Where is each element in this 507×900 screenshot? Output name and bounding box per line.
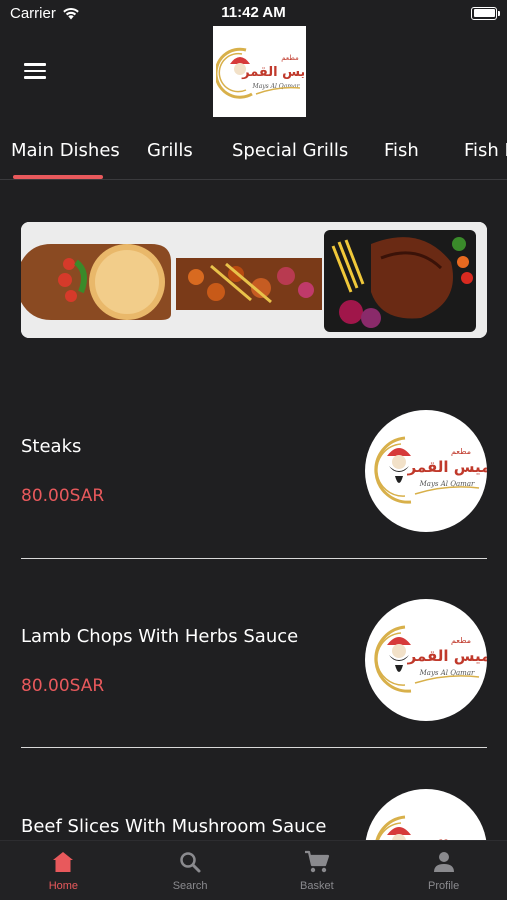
profile-icon <box>433 852 454 872</box>
nav-home-label: Home <box>48 880 79 892</box>
app-header: ميس القمر مطعم Mays Al Qamar <box>0 26 507 118</box>
status-bar: Carrier 11:42 AM <box>0 0 507 26</box>
search-icon <box>180 852 201 873</box>
nav-profile-label: Profile <box>428 880 460 892</box>
logo-arabic-text: ميس القمر <box>241 65 304 80</box>
logo-mark: ميس القمر مطعم Mays Al Qamar <box>215 47 304 99</box>
item-divider <box>21 558 487 559</box>
nav-home[interactable]: Home <box>0 841 127 900</box>
restaurant-logo: ميس القمر مطعم Mays Al Qamar <box>213 26 306 117</box>
logo-arabic-text: ميس القمر <box>407 458 487 476</box>
logo-small-text: مطعم <box>281 54 299 62</box>
bottom-nav: Home Search Basket Profile <box>0 840 507 900</box>
item-name: Beef Slices With Mushroom Sauce <box>21 816 327 837</box>
item-image: ميس القمر مطعم Mays Al Qamar <box>365 599 487 721</box>
logo-mark: ميس القمر <box>375 815 487 840</box>
menu-item[interactable]: Steaks 80.00SAR ميس القمر مطعم Mays Al Q… <box>0 400 507 590</box>
tab-special-grills[interactable]: Special Grills <box>232 140 348 161</box>
nav-search[interactable]: Search <box>127 841 254 900</box>
nav-basket-label: Basket <box>300 880 334 892</box>
menu-button[interactable] <box>24 63 46 79</box>
item-price: 80.00SAR <box>21 486 105 506</box>
item-price: 80.00SAR <box>21 676 105 696</box>
logo-small-text: مطعم <box>451 636 471 645</box>
battery-icon <box>471 6 500 20</box>
menu-item[interactable]: Lamb Chops With Herbs Sauce 80.00SAR ميس… <box>0 590 507 780</box>
home-icon <box>53 852 74 872</box>
logo-arabic-text: ميس القمر <box>407 647 487 665</box>
nav-profile[interactable]: Profile <box>380 841 507 900</box>
cart-icon <box>304 850 329 873</box>
item-name: Lamb Chops With Herbs Sauce <box>21 626 299 647</box>
status-time: 11:42 AM <box>221 4 286 21</box>
active-tab-indicator <box>13 175 103 179</box>
logo-mark: ميس القمر مطعم Mays Al Qamar <box>374 436 487 504</box>
item-image: ميس القمر مطعم Mays Al Qamar <box>365 410 487 532</box>
category-tabs: Main Dishes Grills Special Grills Fish F… <box>0 130 507 180</box>
logo-small-text: مطعم <box>451 447 471 456</box>
tab-fish[interactable]: Fish <box>384 140 419 161</box>
promo-banner[interactable] <box>21 222 487 338</box>
item-image: ميس القمر <box>365 789 487 840</box>
tab-grills[interactable]: Grills <box>147 140 193 161</box>
tab-main-dishes[interactable]: Main Dishes <box>11 140 120 161</box>
logo-mark: ميس القمر مطعم Mays Al Qamar <box>374 625 487 693</box>
nav-basket[interactable]: Basket <box>254 841 381 900</box>
banner-food-image <box>21 222 487 338</box>
nav-search-label: Search <box>172 880 208 892</box>
item-divider <box>21 747 487 748</box>
item-name: Steaks <box>21 436 82 457</box>
menu-item[interactable]: Beef Slices With Mushroom Sauce ميس القم… <box>0 780 507 840</box>
tab-fish-extra[interactable]: Fish E <box>464 140 507 161</box>
